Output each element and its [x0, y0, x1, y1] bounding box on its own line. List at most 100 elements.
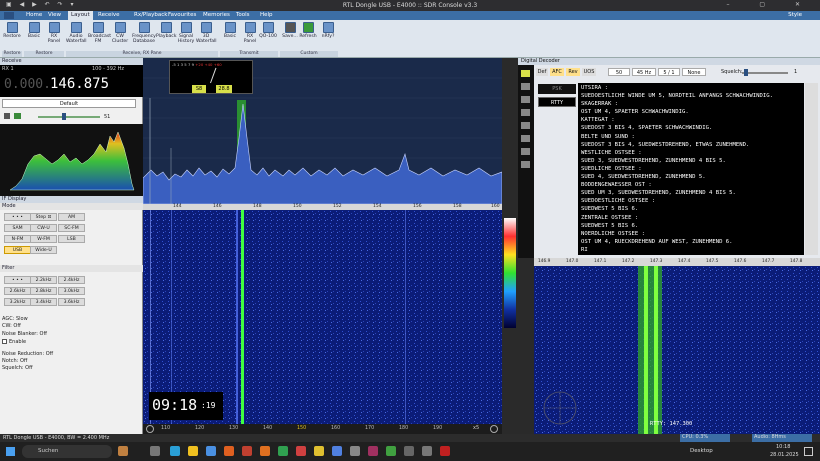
folder-icon[interactable]: [188, 446, 198, 456]
task-view-icon[interactable]: [150, 446, 160, 456]
app-icon[interactable]: [332, 446, 342, 456]
refresh-button[interactable]: Refresh: [298, 22, 318, 51]
audio-waterfall-button[interactable]: Audio Waterfall: [66, 22, 87, 51]
notch-setting[interactable]: Notch: Off: [2, 358, 27, 364]
mode-usb-button[interactable]: USB: [4, 246, 31, 254]
taskbar-date[interactable]: 28.01.2025: [770, 452, 799, 458]
app-icon[interactable]: [242, 446, 252, 456]
taskbar-desktop-label[interactable]: Desktop: [690, 448, 713, 454]
menu-memories[interactable]: Memories: [203, 12, 230, 18]
tab-afc[interactable]: AFC: [550, 68, 564, 76]
squelch-setting[interactable]: Squelch: Off: [2, 365, 33, 371]
parity-select[interactable]: None: [682, 68, 706, 76]
filter-3-4khz-button[interactable]: 3.4kHz: [30, 298, 57, 306]
shift-select[interactable]: 45 Hz: [632, 68, 656, 76]
mode-n-fm-button[interactable]: N-FM: [4, 235, 31, 243]
decoded-text[interactable]: UTSIRA : SUEDOESTLICHE WINDE UM 5, NORDTE…: [578, 83, 804, 255]
lock-icon[interactable]: [521, 70, 530, 77]
tool-icon[interactable]: [521, 148, 530, 155]
app-icon[interactable]: [386, 446, 396, 456]
rx-panel-button[interactable]: RX Panel: [44, 22, 64, 51]
if-display-header[interactable]: IF Display: [0, 196, 143, 203]
app-icon[interactable]: [314, 446, 324, 456]
taskbar-search-box[interactable]: Suchen: [22, 445, 112, 458]
menu-view[interactable]: View: [48, 12, 61, 18]
signal-history-button[interactable]: Signal History: [176, 22, 196, 51]
profile-select[interactable]: Default: [2, 99, 136, 108]
mode-am-button[interactable]: AM: [58, 213, 85, 221]
mode-wide-u-button[interactable]: Wide-U: [30, 246, 57, 254]
menu-tools[interactable]: Tools: [236, 12, 250, 18]
windows-start-icon[interactable]: [6, 447, 15, 456]
filter-3-2khz-button[interactable]: 3.2kHz: [4, 298, 31, 306]
filter-2-2khz-button[interactable]: 2.2kHz: [30, 276, 57, 284]
qo100-button[interactable]: QO-100: [258, 22, 278, 51]
chrome-icon[interactable]: [278, 446, 288, 456]
cw-setting[interactable]: CW: Off: [2, 323, 21, 329]
basic-button[interactable]: Basic: [24, 22, 44, 51]
notification-icon[interactable]: [804, 447, 813, 456]
app-icon[interactable]: [404, 446, 414, 456]
filter-2-8khz-button[interactable]: 2.8kHz: [30, 287, 57, 295]
frequency-database-button[interactable]: Frequency Database: [132, 22, 156, 51]
app-icon[interactable]: [350, 446, 360, 456]
meter-icon[interactable]: [4, 113, 10, 119]
playback-button[interactable]: Playback: [156, 22, 177, 51]
bits-select[interactable]: 5 / 1: [658, 68, 680, 76]
tool-icon[interactable]: [521, 135, 530, 142]
app-icon[interactable]: [368, 446, 378, 456]
mode-psk[interactable]: PSK: [538, 84, 576, 94]
tool-icon[interactable]: [521, 161, 530, 168]
mode-lsb-button[interactable]: LSB: [58, 235, 85, 243]
restore-button[interactable]: Restore: [2, 22, 22, 51]
filter-more-button[interactable]: • • •: [4, 276, 31, 284]
3d-waterfall-button[interactable]: 3D Waterfall: [196, 22, 217, 51]
menu-rx-playback[interactable]: Rx/Playback: [134, 12, 167, 18]
menu-home[interactable]: Home: [26, 12, 42, 18]
filter-2-4khz-button[interactable]: 2.4kHz: [58, 276, 85, 284]
noise-blanker-setting[interactable]: Noise Blanker: Off: [2, 331, 47, 337]
edge-icon[interactable]: [170, 446, 180, 456]
taskbar-time[interactable]: 10:18: [776, 444, 790, 450]
app-icon[interactable]: [440, 446, 450, 456]
app-icon[interactable]: [296, 446, 306, 456]
spectrum-display[interactable]: -5 1 3 5 7 9 +20 +40 +60 S8 28.8 144 146…: [142, 58, 503, 210]
menu-receive[interactable]: Receive: [98, 12, 120, 18]
save-button[interactable]: Save...: [280, 22, 300, 51]
app-icon[interactable]: [224, 446, 234, 456]
mode-step-button[interactable]: Step ⊡: [30, 213, 57, 221]
speaker-icon[interactable]: [14, 113, 21, 119]
app-icon[interactable]: [206, 446, 216, 456]
tab-def[interactable]: Def: [536, 68, 548, 76]
window-controls[interactable]: – ▢ ✕: [726, 1, 814, 8]
mode-cw-u-button[interactable]: CW-U: [30, 224, 57, 232]
mode-rtty[interactable]: RTTY: [538, 97, 576, 107]
transmit-basic-button[interactable]: Basic: [220, 22, 240, 51]
zoom-out-icon[interactable]: [146, 425, 154, 433]
app-icon[interactable]: [422, 446, 432, 456]
volume-slider[interactable]: [38, 116, 100, 118]
menu-help[interactable]: Help: [260, 12, 273, 18]
broadcast-fm-button[interactable]: Broadcast FM: [88, 22, 111, 51]
mode-sc-fm-button[interactable]: SC-FM: [58, 224, 85, 232]
tool-icon[interactable]: [521, 122, 530, 129]
frequency-display[interactable]: RX 1 100 - 392 Hz 0.000. 146.875: [0, 65, 143, 97]
enable-checkbox[interactable]: [2, 339, 7, 344]
menu-favourites[interactable]: Favourites: [168, 12, 196, 18]
tool-icon[interactable]: [521, 83, 530, 90]
zoom-in-icon[interactable]: [490, 425, 498, 433]
app-icon[interactable]: [118, 446, 128, 456]
color-gradient[interactable]: [504, 218, 516, 328]
tool-icon[interactable]: [521, 96, 530, 103]
filter-3-6khz-button[interactable]: 3.6kHz: [58, 298, 85, 306]
mode-sam-button[interactable]: SAM: [4, 224, 31, 232]
squelch-slider[interactable]: [742, 72, 788, 74]
agc-setting[interactable]: AGC: Slow: [2, 316, 28, 322]
cw-cluster-button[interactable]: CW Cluster: [110, 22, 130, 51]
tab-uos[interactable]: UOS: [582, 68, 596, 76]
zoom-level[interactable]: x5: [473, 425, 479, 431]
mode-w-fm-button[interactable]: W-FM: [30, 235, 57, 243]
filter-3-0khz-button[interactable]: 3.0kHz: [58, 287, 85, 295]
transmit-rx-panel-button[interactable]: RX Panel: [240, 22, 260, 51]
waterfall-display[interactable]: 09:18 :19: [143, 210, 502, 424]
